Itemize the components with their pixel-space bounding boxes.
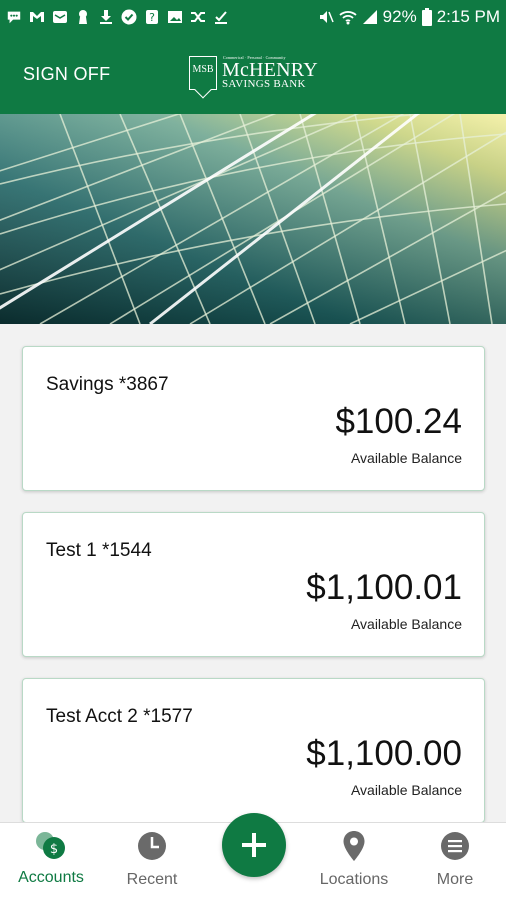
account-card[interactable]: Test Acct 2 *1577 $1,100.00 Available Ba… bbox=[22, 678, 485, 823]
nav-recent[interactable]: Recent bbox=[102, 823, 202, 900]
signal-icon bbox=[362, 9, 378, 25]
nav-accounts[interactable]: $ Accounts bbox=[1, 823, 101, 900]
status-bar: ? 92% 2:15 PM bbox=[0, 0, 506, 34]
bank-logo: MSB Commerical · Personal · Community Mc… bbox=[189, 55, 319, 92]
nav-accounts-label: Accounts bbox=[18, 869, 84, 886]
account-card[interactable]: Test 1 *1544 $1,100.01 Available Balance bbox=[22, 512, 485, 657]
sign-off-button[interactable]: SIGN OFF bbox=[23, 64, 110, 85]
app-header: SIGN OFF MSB Commerical · Personal · Com… bbox=[0, 34, 506, 114]
hero-image bbox=[0, 114, 506, 324]
image-icon bbox=[167, 9, 183, 25]
svg-text:$: $ bbox=[50, 842, 58, 857]
clock-icon bbox=[138, 832, 166, 860]
system-status: 92% 2:15 PM bbox=[318, 7, 500, 27]
account-name: Test Acct 2 *1577 bbox=[46, 706, 193, 727]
balance-label: Available Balance bbox=[350, 450, 462, 466]
clock: 2:15 PM bbox=[436, 7, 500, 26]
nav-locations[interactable]: Locations bbox=[304, 823, 404, 900]
svg-text:?: ? bbox=[149, 11, 155, 24]
balance-label: Available Balance bbox=[350, 782, 462, 798]
download-icon bbox=[98, 9, 114, 25]
logo-subname: SAVINGS BANK bbox=[222, 78, 306, 90]
mail-icon bbox=[52, 9, 68, 25]
wifi-icon bbox=[339, 9, 357, 25]
account-list: Savings *3867 $100.24 Available Balance … bbox=[22, 346, 485, 844]
location-pin-icon bbox=[343, 831, 365, 861]
add-icon bbox=[242, 833, 266, 857]
mute-icon bbox=[318, 9, 334, 25]
question-icon: ? bbox=[144, 9, 160, 25]
account-balance: $1,100.01 bbox=[306, 568, 462, 607]
checkbox-icon bbox=[213, 9, 229, 25]
account-name: Savings *3867 bbox=[46, 374, 169, 395]
check-icon bbox=[121, 9, 137, 25]
account-card[interactable]: Savings *3867 $100.24 Available Balance bbox=[22, 346, 485, 491]
nav-recent-label: Recent bbox=[126, 871, 178, 888]
gmail-icon bbox=[29, 9, 45, 25]
balance-label: Available Balance bbox=[350, 616, 462, 632]
messages-icon bbox=[6, 9, 22, 25]
notification-icons: ? bbox=[6, 9, 229, 25]
shuffle-icon bbox=[190, 9, 206, 25]
account-balance: $100.24 bbox=[335, 402, 462, 441]
add-button[interactable] bbox=[222, 813, 286, 877]
menu-icon bbox=[441, 832, 469, 860]
nav-more-label: More bbox=[436, 871, 474, 888]
battery-icon bbox=[421, 8, 432, 26]
account-balance: $1,100.00 bbox=[306, 734, 462, 773]
nav-more[interactable]: More bbox=[405, 823, 505, 900]
accounts-icon: $ bbox=[36, 832, 65, 859]
account-name: Test 1 *1544 bbox=[46, 540, 152, 561]
nav-locations-label: Locations bbox=[319, 871, 389, 888]
battery-percent: 92% bbox=[382, 7, 417, 26]
logo-badge: MSB bbox=[189, 56, 217, 90]
keyhole-icon bbox=[75, 9, 91, 25]
